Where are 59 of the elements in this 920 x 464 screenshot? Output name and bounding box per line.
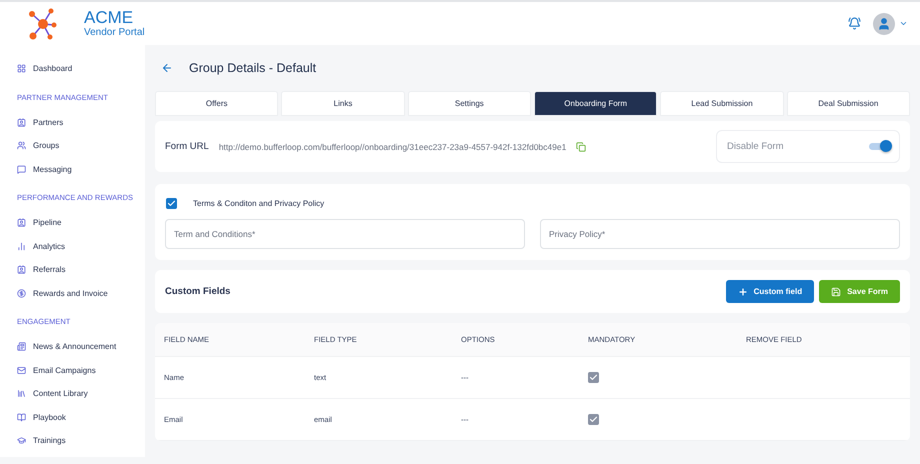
tab[interactable]: Onboarding Form [534,91,658,116]
mandatory-checkbox[interactable] [588,414,599,425]
check-icon [167,199,176,208]
check-icon [589,415,598,424]
tab[interactable]: Links [281,91,405,116]
sidebar-item[interactable]: Messaging [17,158,145,181]
disable-form-label: Disable Form [727,141,784,152]
newspaper-icon [17,342,26,352]
sidebar-item[interactable]: Groups [17,134,145,158]
sidebar-item[interactable]: Playbook [17,406,145,429]
add-custom-field-button[interactable]: Custom field [726,280,814,303]
logo-icon [28,6,58,40]
input-field[interactable]: Term and Conditions* [165,219,525,249]
plus-icon [738,286,748,296]
id-card-icon [17,265,26,274]
tab[interactable]: Deal Submission [786,91,910,116]
user-icon [877,16,891,30]
sidebar-item[interactable]: Rewards and Invoice [17,282,145,305]
book-icon [17,412,26,422]
id-card-icon [17,118,26,127]
save-icon [831,286,842,296]
chevron-down-icon[interactable] [899,19,908,28]
page-title: Group Details - Default [189,60,316,74]
sidebar-item[interactable]: News & Announcement [17,335,145,358]
graduation-cap-icon [17,436,26,446]
mail-icon [17,366,26,375]
input-field[interactable]: Privacy Policy* [540,219,900,249]
sidebar-item[interactable]: Partners [17,110,145,134]
checkbox-label: Terms & Conditon and Privacy Policy [193,199,324,208]
grid-icon [17,64,26,74]
tab[interactable]: Offers [155,91,278,116]
form-url-label: Form URL [165,141,209,152]
brand-subtitle: Vendor Portal [84,27,145,38]
users-icon [17,141,26,150]
bell-icon[interactable] [848,17,861,30]
checkbox[interactable] [166,198,177,209]
sidebar-item[interactable]: Content Library [17,382,145,406]
sidebar-item[interactable]: Pipeline [17,211,145,234]
section-title: Custom Fields [165,286,230,297]
avatar[interactable] [873,12,895,34]
message-icon [17,164,26,174]
dollar-icon [17,288,26,298]
copy-icon[interactable] [576,142,586,152]
sidebar-item[interactable]: Email Campaigns [17,358,145,382]
back-arrow-icon[interactable] [161,62,173,74]
sidebar-item[interactable]: Referrals [17,258,145,282]
disable-form-toggle[interactable] [869,143,889,150]
sidebar-item[interactable]: Dashboard [17,57,145,80]
tab[interactable]: Settings [408,91,531,116]
library-icon [17,389,26,398]
brand-name: ACME [84,8,134,28]
id-card-icon [17,218,26,228]
sidebar-item[interactable]: Analytics [17,234,145,258]
tab[interactable]: Lead Submission [660,91,784,116]
sidebar-item[interactable]: Trainings [17,429,145,452]
bar-chart-icon [17,242,26,251]
mandatory-checkbox[interactable] [588,372,599,383]
form-url-value: http://demo.bufferloop.com/bufferloop//onboarding/31eec237-23a9-4557-942f-132fd0bc49e1 [218,142,566,152]
check-icon [589,373,598,382]
